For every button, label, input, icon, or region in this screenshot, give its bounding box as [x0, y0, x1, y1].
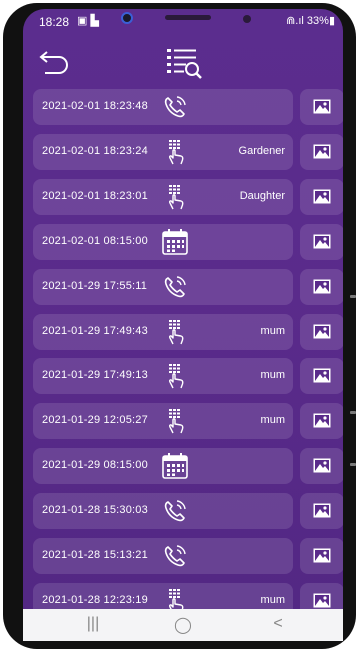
entry-timestamp: 2021-01-29 08:15:00	[42, 459, 148, 472]
log-row: 2021-01-29 08:15:00	[33, 448, 343, 485]
phone-call-icon	[161, 273, 189, 301]
log-entry[interactable]: 2021-01-28 15:30:03	[33, 493, 293, 530]
view-image-button[interactable]	[300, 493, 343, 530]
list-search-icon[interactable]	[165, 47, 205, 81]
entry-timestamp: 2021-01-29 17:49:13	[42, 369, 148, 382]
view-image-button[interactable]	[300, 403, 343, 440]
log-row: 2021-01-29 12:05:27 mum	[33, 403, 343, 440]
view-image-button[interactable]	[300, 313, 343, 350]
proximity-sensor	[243, 15, 251, 23]
entry-name: Gardener	[238, 144, 285, 157]
side-button	[350, 463, 356, 466]
view-image-button[interactable]	[300, 268, 343, 305]
phone-call-icon	[161, 542, 189, 570]
log-row: 2021-02-01 18:23:01 Daughter	[33, 178, 343, 215]
recent-apps-button[interactable]: |||	[78, 615, 108, 635]
log-row: 2021-01-29 17:49:13 mum	[33, 358, 343, 395]
entry-timestamp: 2021-02-01 18:23:24	[42, 144, 148, 157]
view-image-button[interactable]	[300, 133, 343, 170]
entry-timestamp: 2021-01-29 12:05:27	[42, 414, 148, 427]
entry-timestamp: 2021-02-01 18:23:48	[42, 100, 148, 112]
log-row: 2021-01-29 17:55:11	[33, 268, 343, 305]
view-image-button[interactable]	[300, 448, 343, 485]
view-image-button[interactable]	[300, 538, 343, 574]
calendar-icon	[161, 228, 189, 256]
entry-timestamp: 2021-01-28 15:13:21	[42, 549, 148, 561]
log-row: 2021-01-28 15:13:21	[33, 538, 343, 574]
android-nav-bar: ||| ◯ <	[23, 609, 343, 641]
entry-name: mum	[260, 414, 285, 427]
keypad-touch-icon	[161, 362, 189, 390]
log-row: 2021-02-01 08:15:00	[33, 223, 343, 260]
calendar-icon	[161, 452, 189, 480]
view-image-button[interactable]	[300, 178, 343, 215]
entry-timestamp: 2021-02-01 08:15:00	[42, 234, 148, 247]
log-row: 2021-02-01 18:23:48	[33, 89, 343, 125]
entry-timestamp: 2021-01-28 15:30:03	[42, 504, 148, 517]
view-image-button[interactable]	[300, 223, 343, 260]
view-image-button[interactable]	[300, 358, 343, 395]
log-entry[interactable]: 2021-02-01 18:23:01 Daughter	[33, 178, 293, 215]
log-entry[interactable]: 2021-01-28 15:13:21	[33, 538, 293, 574]
entry-name: Daughter	[239, 189, 285, 202]
log-entry[interactable]: 2021-01-29 17:49:13 mum	[33, 358, 293, 395]
status-indicators: ⋒.ıl 33%▮	[286, 15, 335, 27]
keypad-touch-icon	[161, 407, 189, 435]
log-entry[interactable]: 2021-02-01 18:23:24 Gardener	[33, 133, 293, 170]
log-entry[interactable]: 2021-01-29 12:05:27 mum	[33, 403, 293, 440]
nav-back-button[interactable]: <	[263, 615, 293, 635]
app-header	[23, 31, 343, 89]
log-entry[interactable]: 2021-02-01 08:15:00	[33, 223, 293, 260]
entry-timestamp: 2021-01-29 17:49:43	[42, 324, 148, 337]
entry-timestamp: 2021-01-28 12:23:19	[42, 593, 148, 606]
status-time: 18:28	[39, 15, 70, 29]
log-entry[interactable]: 2021-01-29 17:49:43 mum	[33, 313, 293, 350]
keypad-touch-icon	[161, 183, 189, 211]
notification-icons: ▣ ▙	[77, 15, 99, 27]
log-entry[interactable]: 2021-01-29 08:15:00	[33, 448, 293, 485]
log-row: 2021-01-28 15:30:03	[33, 493, 343, 530]
entry-name: mum	[260, 593, 285, 606]
view-image-button[interactable]	[300, 89, 343, 125]
log-row: 2021-01-29 17:49:43 mum	[33, 313, 343, 350]
home-button[interactable]: ◯	[168, 615, 198, 635]
entry-timestamp: 2021-02-01 18:23:01	[42, 189, 148, 202]
entry-name: mum	[260, 324, 285, 337]
log-entry[interactable]: 2021-01-29 17:55:11	[33, 268, 293, 305]
front-camera	[121, 12, 133, 24]
status-bar: 18:28 ▣ ▙ ⋒.ıl 33%▮	[23, 9, 343, 31]
earpiece-speaker	[165, 15, 211, 20]
log-entry[interactable]: 2021-02-01 18:23:48	[33, 89, 293, 125]
entry-timestamp: 2021-01-29 17:55:11	[42, 279, 148, 292]
keypad-touch-icon	[161, 138, 189, 166]
phone-frame: 18:28 ▣ ▙ ⋒.ıl 33%▮ 2021-02-01 18:23:48 …	[3, 3, 356, 649]
side-button	[350, 295, 356, 298]
keypad-touch-icon	[161, 318, 189, 346]
log-row: 2021-02-01 18:23:24 Gardener	[33, 133, 343, 170]
back-arrow-icon[interactable]	[37, 51, 69, 75]
entry-name: mum	[260, 369, 285, 382]
app-screen: 18:28 ▣ ▙ ⋒.ıl 33%▮ 2021-02-01 18:23:48 …	[23, 9, 343, 641]
side-button	[350, 411, 356, 414]
phone-call-icon	[161, 497, 189, 525]
phone-call-icon	[161, 93, 189, 121]
